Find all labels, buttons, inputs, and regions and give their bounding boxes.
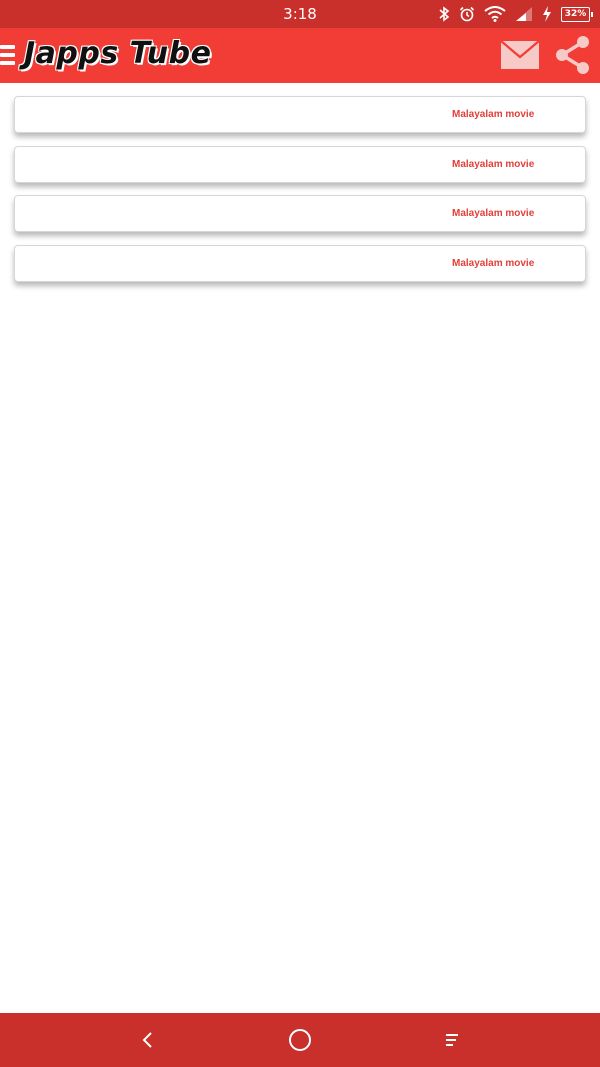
video-card-label: Malayalam movie: [452, 109, 535, 120]
alarm-icon: [459, 6, 475, 22]
share-icon[interactable]: [553, 34, 593, 76]
status-bar: 3:18 32%: [0, 0, 600, 28]
battery-icon: 32%: [561, 6, 593, 22]
menu-icon[interactable]: [0, 43, 16, 67]
video-card[interactable]: Malayalam movie: [14, 195, 586, 232]
app-bar: Japps Tube: [0, 28, 600, 83]
back-icon[interactable]: [135, 1027, 161, 1053]
home-icon[interactable]: [287, 1027, 313, 1053]
app-title: Japps Tube: [24, 36, 212, 71]
wifi-icon: [484, 6, 506, 22]
video-card-label: Malayalam movie: [452, 208, 535, 219]
video-card[interactable]: Malayalam movie: [14, 245, 586, 282]
video-card[interactable]: Malayalam movie: [14, 146, 586, 183]
mail-icon[interactable]: [500, 40, 540, 70]
navigation-bar: [0, 1013, 600, 1067]
video-card-label: Malayalam movie: [452, 258, 535, 269]
bluetooth-icon: [438, 6, 450, 22]
video-card[interactable]: Malayalam movie: [14, 96, 586, 133]
signal-icon: [515, 6, 533, 22]
recents-icon[interactable]: [439, 1027, 465, 1053]
video-card-label: Malayalam movie: [452, 159, 535, 170]
app-screen: 3:18 32% Japps Tube Malayalam movie Mala…: [0, 0, 600, 1067]
status-icons: 32%: [438, 4, 593, 24]
charging-icon: [542, 6, 552, 22]
